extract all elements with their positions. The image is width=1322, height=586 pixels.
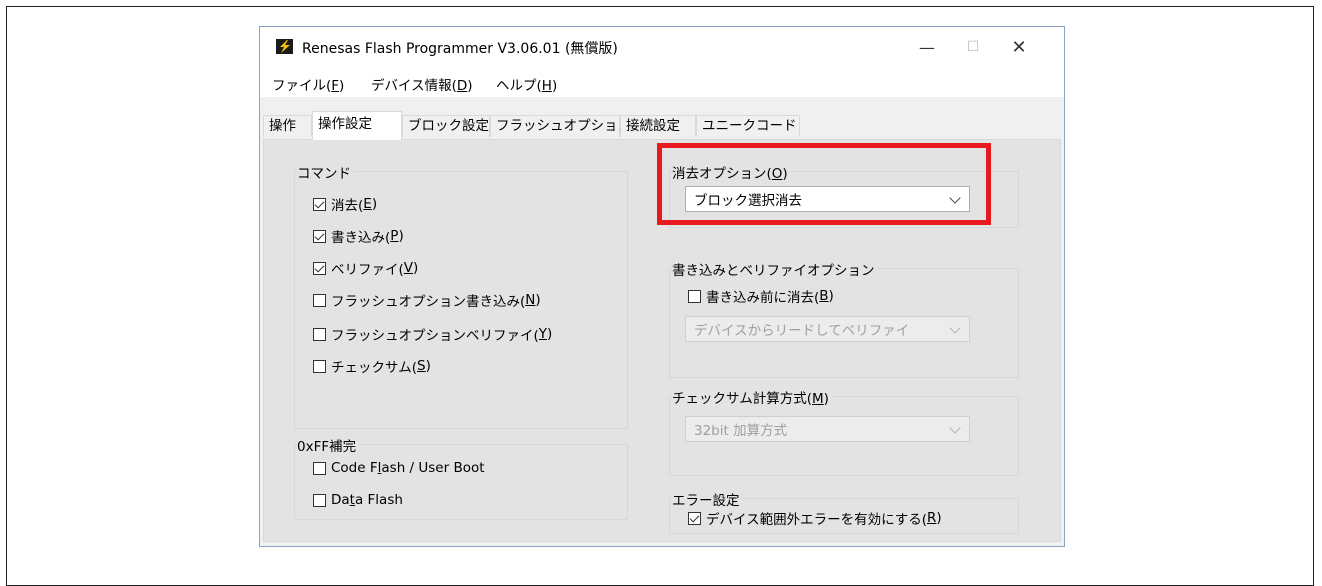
app-window: Renesas Flash Programmer V3.06.01 (無償版) … bbox=[259, 26, 1065, 547]
flash-option-verify-checkbox[interactable]: フラッシュオプションベリファイ(Y) bbox=[313, 324, 552, 344]
tab-block-settings[interactable]: ブロック設定 bbox=[402, 115, 490, 137]
chevron-down-icon bbox=[949, 422, 961, 434]
checksum-method-title: チェックサム計算方式(M) bbox=[672, 387, 832, 407]
menu-bar: ファイル(F) デバイス情報(D) ヘルプ(H) bbox=[260, 67, 1064, 97]
command-group-title: コマンド bbox=[297, 162, 354, 182]
checkbox-erase-box[interactable] bbox=[313, 197, 326, 211]
menu-help[interactable]: ヘルプ(H) bbox=[496, 74, 557, 94]
checkbox-write-box[interactable] bbox=[313, 229, 326, 243]
close-button[interactable]: ✕ bbox=[996, 27, 1042, 67]
lightning-app-icon bbox=[276, 39, 293, 54]
fill-ff-group bbox=[294, 444, 628, 520]
tab-flash-options[interactable]: フラッシュオプション bbox=[490, 115, 631, 137]
checkbox-flash-option-verify-box[interactable] bbox=[313, 327, 326, 341]
checkbox-data-flash-box[interactable] bbox=[313, 493, 326, 507]
minimize-button[interactable]: — bbox=[904, 27, 950, 67]
flash-option-write-checkbox[interactable]: フラッシュオプション書き込み(N) bbox=[313, 290, 541, 310]
data-flash-checkbox[interactable]: Da t a Flash bbox=[313, 492, 403, 508]
verify-method-dropdown[interactable]: デバイスからリードしてベリファイ bbox=[685, 316, 970, 342]
highlight-box bbox=[657, 143, 991, 225]
checkbox-checksum-box[interactable] bbox=[313, 359, 326, 373]
checksum-method-dropdown[interactable]: 32bit 加算方式 bbox=[685, 416, 970, 442]
checksum-checkbox[interactable]: チェックサム(S) bbox=[313, 356, 431, 376]
maximize-button[interactable]: ☐ bbox=[950, 27, 996, 67]
fill-ff-group-title: 0xFF補完 bbox=[297, 435, 360, 455]
title-bar: Renesas Flash Programmer V3.06.01 (無償版) … bbox=[260, 27, 1064, 67]
tab-connection-settings[interactable]: 接続設定 bbox=[620, 115, 696, 137]
tab-unique-code[interactable]: ユニークコード bbox=[696, 115, 800, 137]
menu-file[interactable]: ファイル(F) bbox=[272, 74, 344, 94]
checkbox-verify-box[interactable] bbox=[313, 261, 326, 275]
erase-before-write-checkbox[interactable]: 書き込み前に消去(B) bbox=[688, 286, 834, 306]
window-title: Renesas Flash Programmer V3.06.01 (無償版) bbox=[302, 41, 618, 57]
out-of-range-error-checkbox[interactable]: デバイス範囲外エラーを有効にする(R) bbox=[688, 508, 942, 528]
checkbox-code-flash-box[interactable] bbox=[313, 461, 326, 475]
code-flash-checkbox[interactable]: Code Fl ash / User Boot bbox=[313, 460, 485, 476]
checkbox-flash-option-write-box[interactable] bbox=[313, 293, 326, 307]
checkbox-erase-before-write-box[interactable] bbox=[688, 289, 701, 303]
menu-device-info[interactable]: デバイス情報(D) bbox=[371, 74, 473, 94]
write-checkbox[interactable]: 書き込み(P) bbox=[313, 226, 404, 246]
tab-strip: 操作 操作設定 ブロック設定 フラッシュオプション 接続設定 ユニークコード bbox=[260, 111, 1064, 140]
erase-checkbox[interactable]: 消去(E) bbox=[313, 194, 377, 214]
checkbox-out-of-range-box[interactable] bbox=[688, 511, 701, 525]
verify-checkbox[interactable]: ベリファイ(V) bbox=[313, 258, 418, 278]
chevron-down-icon bbox=[949, 322, 961, 334]
error-settings-title: エラー設定 bbox=[672, 489, 743, 509]
write-verify-title: 書き込みとベリファイオプション bbox=[672, 259, 878, 279]
tab-operation[interactable]: 操作 bbox=[263, 115, 312, 137]
tab-operation-settings[interactable]: 操作設定 bbox=[312, 111, 402, 140]
